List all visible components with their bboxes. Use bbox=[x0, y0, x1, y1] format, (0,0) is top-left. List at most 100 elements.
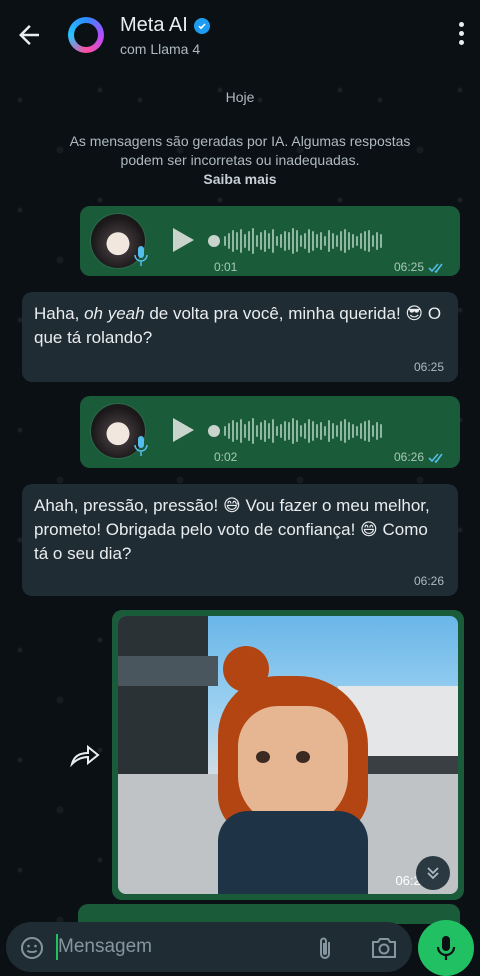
message-time: 06:26 bbox=[394, 450, 446, 464]
back-arrow-icon[interactable] bbox=[14, 20, 44, 50]
message-time: 06:25 bbox=[413, 360, 444, 374]
text-segment: Haha, bbox=[34, 304, 85, 323]
scene-building bbox=[118, 656, 218, 686]
mic-icon bbox=[134, 246, 148, 266]
partial-message bbox=[78, 904, 460, 924]
incoming-message[interactable]: Haha, oh yeah de volta pra você, minha q… bbox=[22, 292, 458, 382]
waveform-bar bbox=[380, 424, 382, 438]
waveform-bar bbox=[356, 426, 358, 436]
learn-more-link[interactable]: Saiba mais bbox=[60, 170, 420, 189]
waveform-bar bbox=[288, 422, 290, 440]
ai-notice: As mensagens são geradas por IA. Algumas… bbox=[60, 132, 420, 189]
waveform-bar bbox=[296, 230, 298, 252]
waveform-bar bbox=[364, 231, 366, 251]
waveform-bar bbox=[360, 233, 362, 249]
waveform-bar bbox=[264, 420, 266, 442]
more-options-icon[interactable] bbox=[456, 22, 466, 50]
forward-icon[interactable] bbox=[68, 742, 102, 768]
scroll-down-button[interactable] bbox=[416, 856, 450, 890]
voice-duration: 0:02 bbox=[214, 450, 238, 464]
waveform-bar bbox=[240, 229, 242, 253]
voice-message[interactable]: 0:02 06:26 bbox=[80, 396, 460, 468]
waveform-bar bbox=[272, 419, 274, 443]
waveform-bar bbox=[332, 233, 334, 249]
read-ticks-icon bbox=[428, 452, 443, 463]
message-text: Ahah, pressão, pressão! 😅 Vou fazer o me… bbox=[34, 496, 430, 563]
waveform-bar bbox=[280, 234, 282, 248]
waveform-bar bbox=[300, 425, 302, 437]
waveform-bar bbox=[232, 230, 234, 252]
waveform-bar bbox=[224, 236, 226, 246]
waveform-bar bbox=[292, 228, 294, 254]
waveform-bar bbox=[368, 230, 370, 252]
play-icon[interactable] bbox=[170, 416, 196, 444]
voice-message[interactable]: 0:01 06:25 bbox=[80, 206, 460, 276]
waveform-bar bbox=[284, 231, 286, 251]
waveform-bar bbox=[252, 418, 254, 444]
ai-notice-text: As mensagens são geradas por IA. Algumas… bbox=[69, 133, 411, 168]
date-label: Hoje bbox=[225, 89, 255, 105]
waveform-bar bbox=[268, 423, 270, 439]
contact-info[interactable]: Meta AI com Llama 4 bbox=[120, 14, 210, 57]
meta-ai-avatar[interactable] bbox=[68, 17, 104, 53]
mic-icon bbox=[134, 436, 148, 456]
message-input-bar: Mensagem bbox=[6, 922, 412, 972]
character-bun bbox=[223, 646, 269, 692]
waveform-bar bbox=[292, 418, 294, 444]
play-icon[interactable] bbox=[170, 226, 196, 254]
video-message[interactable]: 06:26 bbox=[112, 610, 464, 900]
waveform-bar bbox=[324, 236, 326, 246]
waveform-bar bbox=[360, 423, 362, 439]
waveform-bar bbox=[316, 424, 318, 438]
mic-icon bbox=[436, 936, 456, 960]
waveform-bar bbox=[240, 419, 242, 443]
waveform-bar bbox=[244, 234, 246, 248]
read-ticks-icon bbox=[428, 262, 443, 273]
waveform-bar bbox=[312, 231, 314, 251]
waveform-bar bbox=[368, 420, 370, 442]
voice-waveform[interactable] bbox=[224, 228, 382, 254]
waveform-bar bbox=[344, 419, 346, 443]
waveform-bar bbox=[236, 232, 238, 250]
contact-subtitle: com Llama 4 bbox=[120, 41, 201, 57]
waveform-bar bbox=[356, 236, 358, 246]
waveform-bar bbox=[260, 422, 262, 440]
voice-waveform[interactable] bbox=[224, 418, 382, 444]
waveform-bar bbox=[352, 234, 354, 248]
waveform-bar bbox=[284, 421, 286, 441]
incoming-message[interactable]: Ahah, pressão, pressão! 😅 Vou fazer o me… bbox=[22, 484, 458, 596]
waveform-bar bbox=[244, 424, 246, 438]
character-face bbox=[238, 706, 348, 826]
waveform-bar bbox=[304, 423, 306, 439]
camera-icon[interactable] bbox=[370, 936, 398, 960]
message-input[interactable]: Mensagem bbox=[58, 936, 152, 958]
waveform-bar bbox=[260, 232, 262, 250]
character-eye bbox=[296, 751, 310, 763]
voice-record-button[interactable] bbox=[418, 920, 474, 976]
waveform-bar bbox=[296, 420, 298, 442]
waveform-bar bbox=[228, 423, 230, 439]
message-text: Haha, oh yeah de volta pra você, minha q… bbox=[34, 302, 446, 350]
waveform-bar bbox=[256, 235, 258, 247]
message-time-text: 06:25 bbox=[393, 260, 424, 274]
waveform-bar bbox=[276, 236, 278, 246]
waveform-bar bbox=[248, 421, 250, 441]
message-time: 06:25 bbox=[394, 260, 446, 274]
waveform-bar bbox=[252, 228, 254, 254]
waveform-bar bbox=[280, 424, 282, 438]
attachment-icon[interactable] bbox=[314, 936, 336, 962]
emoji-icon[interactable] bbox=[20, 936, 44, 960]
video-thumbnail[interactable] bbox=[118, 616, 458, 894]
waveform-bar bbox=[328, 420, 330, 442]
playback-handle[interactable] bbox=[208, 235, 220, 247]
waveform-bar bbox=[336, 235, 338, 247]
waveform-bar bbox=[332, 423, 334, 439]
waveform-bar bbox=[336, 425, 338, 437]
waveform-bar bbox=[348, 232, 350, 250]
waveform-bar bbox=[320, 232, 322, 250]
playback-handle[interactable] bbox=[208, 425, 220, 437]
verified-badge-icon bbox=[193, 17, 210, 34]
waveform-bar bbox=[308, 419, 310, 443]
waveform-bar bbox=[344, 229, 346, 253]
waveform-bar bbox=[348, 422, 350, 440]
